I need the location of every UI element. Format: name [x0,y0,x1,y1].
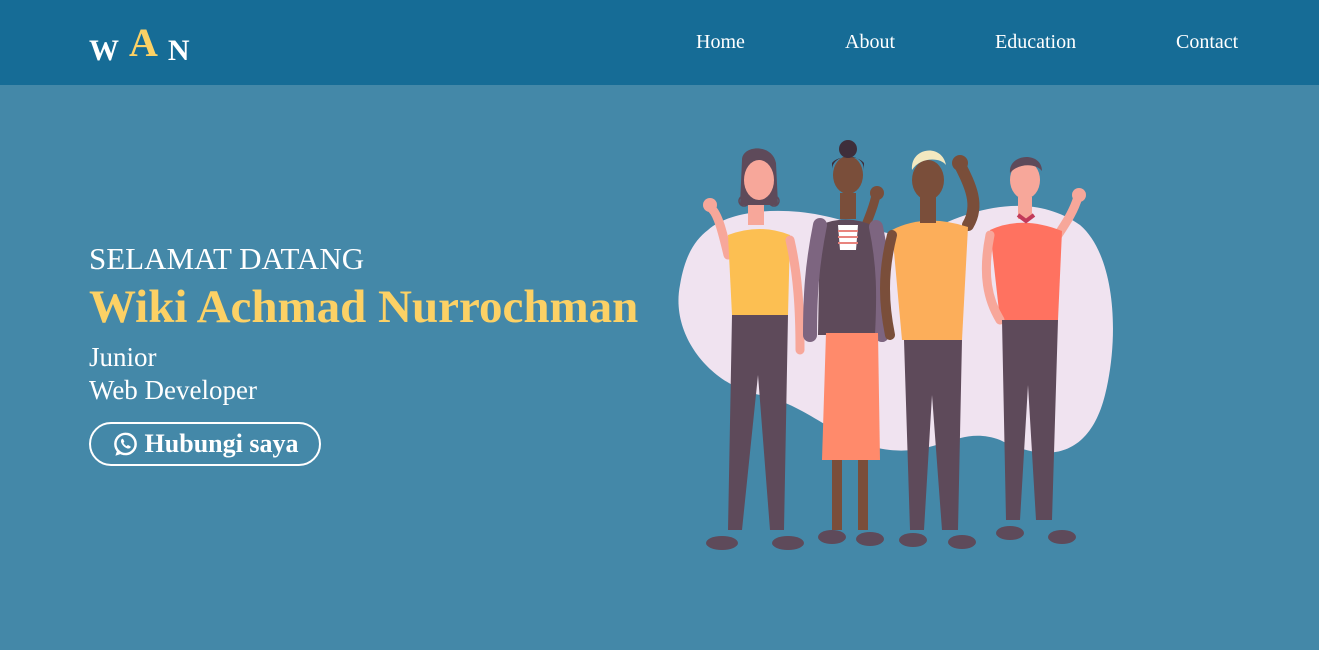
hero-name: Wiki Achmad Nurrochman [89,281,639,333]
hero-role: Junior Web Developer [89,341,257,407]
hero-role-line-1: Junior [89,342,157,372]
navbar: W A N Home About Education Contact [0,0,1319,85]
nav-link-education[interactable]: Education [995,30,1076,54]
logo-letter-n: N [167,34,192,67]
contact-whatsapp-button[interactable]: Hubungi saya [89,422,321,466]
contact-button-label: Hubungi saya [144,429,299,458]
logo-letter-w: W [89,34,121,67]
logo-letter-a: A [129,20,160,65]
site-logo[interactable]: W A N [89,18,192,66]
hero-greeting: SELAMAT DATANG [89,241,365,276]
people-waving-illustration [678,140,1113,550]
hero-role-line-2: Web Developer [89,375,257,405]
whatsapp-icon [112,431,139,458]
nav-link-about[interactable]: About [845,30,895,54]
nav-link-home[interactable]: Home [696,30,745,54]
nav-link-contact[interactable]: Contact [1176,30,1238,54]
